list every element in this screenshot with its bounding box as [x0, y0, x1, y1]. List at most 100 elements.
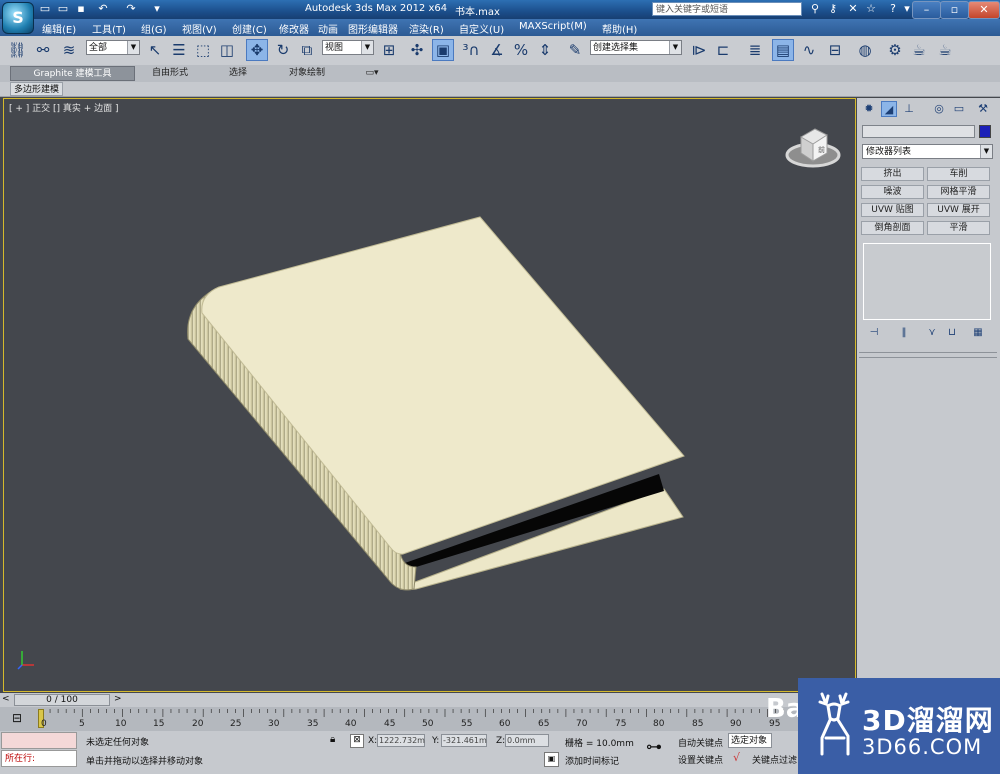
bind-space-warp-icon[interactable]: ≋ [58, 39, 80, 61]
close-button[interactable]: ✕ [968, 1, 1000, 19]
maxscript-listener-field[interactable] [1, 732, 77, 749]
select-by-name-icon[interactable]: ☰ [168, 39, 190, 61]
menu-create[interactable]: 创建(C) [232, 21, 267, 36]
link-icon[interactable]: ⛓ [6, 39, 28, 61]
tab-freeform[interactable]: 自由形式 [140, 66, 200, 81]
tab-object-paint[interactable]: 对象绘制 [276, 66, 338, 81]
key-filters-button[interactable]: 关键点过滤 [752, 753, 797, 766]
uvw-map-button[interactable]: UVW 贴图 [861, 203, 924, 217]
prev-frame-icon[interactable]: < [2, 694, 10, 704]
undo-icon[interactable]: ↶ [96, 2, 110, 16]
tab-selection[interactable]: 选择 [210, 66, 266, 81]
rendered-frame-icon[interactable]: ☕ [908, 39, 930, 61]
time-tag-icon[interactable]: ▣ [544, 752, 559, 767]
bevel-profile-button[interactable]: 倒角剖面 [861, 221, 924, 235]
save-file-icon[interactable]: ▪ [74, 2, 88, 16]
auto-key-button[interactable]: 自动关键点 [678, 736, 723, 749]
y-coordinate-field[interactable]: -321.461m [441, 734, 487, 747]
unwrap-uvw-button[interactable]: UVW 展开 [927, 203, 990, 217]
percent-snap-icon[interactable]: % [510, 39, 532, 61]
select-and-move-icon[interactable]: ✥ [246, 39, 268, 61]
key-filters-icon[interactable]: √ [733, 751, 740, 764]
select-and-manipulate-icon[interactable]: ✣ [406, 39, 428, 61]
hierarchy-tab-icon[interactable]: ⊥ [901, 101, 917, 117]
favorites-icon[interactable]: ☆ [864, 2, 878, 16]
select-and-rotate-icon[interactable]: ↻ [272, 39, 294, 61]
rectangular-selection-icon[interactable]: ⬚ [192, 39, 214, 61]
make-unique-icon[interactable]: ⋎ [925, 326, 939, 340]
open-file-icon[interactable]: ▭ [56, 2, 70, 16]
quick-access-dropdown-icon[interactable]: ▾ [150, 2, 164, 16]
viewport-label[interactable]: [ + ] 正交 [] 真实 + 边面 ] [9, 101, 119, 114]
perspective-viewport[interactable]: [ + ] 正交 [] 真实 + 边面 ] 前 [3, 98, 856, 692]
menu-maxscript[interactable]: MAXScript(M) [519, 21, 587, 32]
keyboard-shortcut-toggle-icon[interactable]: ▣ [432, 39, 454, 61]
layer-manager-icon[interactable]: ≣ [744, 39, 766, 61]
create-tab-icon[interactable]: ✹ [861, 101, 877, 117]
menu-rendering[interactable]: 渲染(R) [409, 21, 444, 36]
display-tab-icon[interactable]: ▭ [951, 101, 967, 117]
restore-button[interactable]: ▫ [940, 1, 969, 19]
render-production-icon[interactable]: ☕ [934, 39, 956, 61]
pivot-center-icon[interactable]: ⊞ [378, 39, 400, 61]
communication-icon[interactable]: ✕ [846, 2, 860, 16]
tab-graphite-modeling[interactable]: Graphite 建模工具 [10, 66, 135, 81]
window-crossing-icon[interactable]: ◫ [216, 39, 238, 61]
noise-button[interactable]: 噪波 [861, 185, 924, 199]
utilities-tab-icon[interactable]: ⚒ [975, 101, 991, 117]
new-file-icon[interactable]: ▭ [38, 2, 52, 16]
help-icon[interactable]: ? [886, 2, 900, 16]
add-time-tag[interactable]: 添加时间标记 [565, 754, 619, 767]
menu-group[interactable]: 组(G) [141, 21, 167, 36]
object-color-swatch[interactable] [979, 125, 991, 138]
selected-object-dropdown[interactable]: 选定对象 [728, 733, 772, 748]
running-label[interactable]: 所在行: [1, 750, 77, 767]
modifier-list-dropdown[interactable]: 修改器列表 ▼ [862, 144, 993, 159]
edit-named-selection-icon[interactable]: ✎ [564, 39, 586, 61]
show-end-result-icon[interactable]: ‖ [897, 326, 911, 340]
remove-modifier-icon[interactable]: ⊔ [945, 326, 959, 340]
menu-modifiers[interactable]: 修改器 [279, 21, 309, 36]
book-model[interactable] [4, 99, 856, 692]
menu-help[interactable]: 帮助(H) [602, 21, 637, 36]
menu-graph-editors[interactable]: 图形编辑器 [348, 21, 398, 36]
selection-filter-dropdown[interactable]: 全部 ▼ [86, 40, 140, 55]
set-key-icon[interactable]: ⊶ [646, 737, 662, 756]
lathe-button[interactable]: 车削 [927, 167, 990, 181]
configure-modifier-sets-icon[interactable]: ▦ [971, 326, 985, 340]
menu-customize[interactable]: 自定义(U) [459, 21, 504, 36]
angle-snap-icon[interactable]: ∡ [486, 39, 508, 61]
modify-tab-icon[interactable]: ◢ [881, 101, 897, 117]
render-setup-icon[interactable]: ⚙ [884, 39, 906, 61]
smooth-button[interactable]: 平滑 [927, 221, 990, 235]
snaps-toggle-icon[interactable]: ³∩ [460, 39, 482, 61]
z-coordinate-field[interactable]: 0.0mm [505, 734, 549, 747]
ribbon-options-icon[interactable]: ▭▾ [360, 66, 384, 81]
select-object-icon[interactable]: ↖ [144, 39, 166, 61]
curve-editor-icon[interactable]: ∿ [798, 39, 820, 61]
set-key-button[interactable]: 设置关键点 [678, 753, 723, 766]
subscription-icon[interactable]: ⚷ [826, 2, 840, 16]
next-frame-icon[interactable]: > [114, 694, 122, 704]
spinner-snap-icon[interactable]: ⇕ [534, 39, 556, 61]
graphite-toggle-icon[interactable]: ▤ [772, 39, 794, 61]
search-input[interactable]: 键入关键字或短语 [652, 2, 802, 16]
unlink-icon[interactable]: ⚯ [32, 39, 54, 61]
search-icon[interactable]: ⚲ [808, 2, 822, 16]
named-selection-dropdown[interactable]: 创建选择集 ▼ [590, 40, 682, 55]
menu-views[interactable]: 视图(V) [182, 21, 217, 36]
extrude-button[interactable]: 挤出 [861, 167, 924, 181]
redo-icon[interactable]: ↷ [124, 2, 138, 16]
object-name-field[interactable] [862, 125, 975, 138]
app-logo-button[interactable]: S [2, 2, 34, 34]
menu-animation[interactable]: 动画 [318, 21, 338, 36]
motion-tab-icon[interactable]: ◎ [931, 101, 947, 117]
minimize-button[interactable]: – [912, 1, 941, 19]
viewcube-icon[interactable]: 前 [783, 123, 843, 171]
menu-tools[interactable]: 工具(T) [92, 21, 126, 36]
menu-edit[interactable]: 编辑(E) [42, 21, 76, 36]
align-icon[interactable]: ⊏ [712, 39, 734, 61]
reference-coord-dropdown[interactable]: 视图 ▼ [322, 40, 374, 55]
mirror-icon[interactable]: ⧐ [688, 39, 710, 61]
schematic-view-icon[interactable]: ⊟ [824, 39, 846, 61]
